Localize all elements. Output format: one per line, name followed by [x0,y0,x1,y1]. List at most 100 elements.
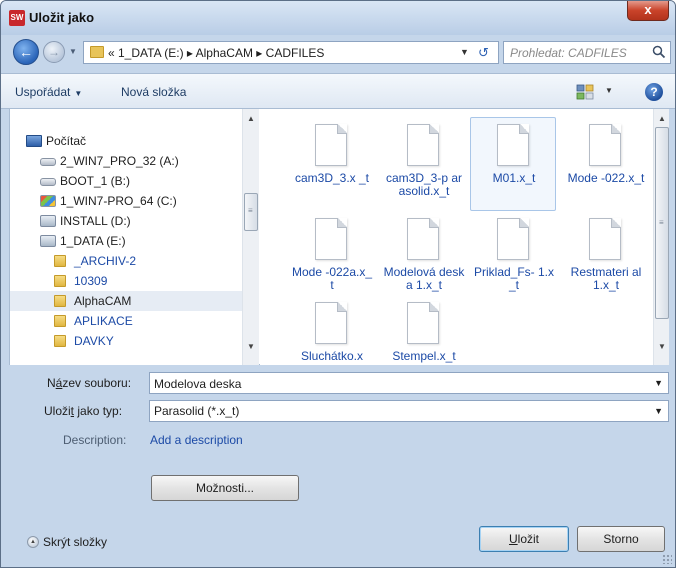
scroll-up-icon[interactable]: ▲ [654,111,670,127]
options-button[interactable]: Možnosti... [151,475,299,501]
file-name: cam3D_3.x _t [294,171,370,185]
nav-item-drive-a[interactable]: 2_WIN7_PRO_32 (A:) [10,151,242,171]
filename-combobox[interactable]: ▼ [149,372,669,394]
grip-icon: ≡ [248,206,253,215]
nav-item-label: Počítač [46,134,87,148]
nav-item-folder[interactable]: 10309 [10,271,242,291]
address-bar[interactable]: « 1_DATA (E:) ▸ AlphaCAM ▸ CADFILES ▼ ↺ [83,41,499,64]
file-item-focused[interactable]: M01.x_t [470,117,556,211]
file-name: Mode -022a.x_t [291,265,373,292]
filetype-select[interactable]: Parasolid (*.x_t) ▼ [149,400,669,422]
drive-icon [40,158,56,166]
file-name: Restmateri al 1.x_t [570,265,642,292]
scroll-thumb[interactable]: ≡ [655,127,669,319]
file-item[interactable]: Restmateri al 1.x_t [562,211,648,305]
document-icon [315,124,347,166]
chevron-down-icon[interactable]: ▼ [654,406,663,416]
chevron-down-icon: ▼ [74,89,83,98]
button-label: ložit [517,532,539,546]
save-button[interactable]: Uložit [479,526,569,552]
cancel-button[interactable]: Storno [577,526,665,552]
nav-item-drive-b[interactable]: BOOT_1 (B:) [10,171,242,191]
search-icon[interactable] [652,45,666,59]
nav-item-label: BOOT_1 (B:) [60,174,131,188]
forward-button[interactable]: → [43,41,65,63]
close-button[interactable]: x [627,1,669,21]
nav-item-folder[interactable]: _ARCHIV-2 [10,251,242,271]
file-item[interactable]: Mode -022a.x_t [288,211,374,305]
folder-icon [54,335,66,347]
document-icon [497,218,529,260]
add-description-link[interactable]: Add a description [150,433,243,447]
chevron-down-icon: ▼ [69,47,77,56]
document-icon [315,218,347,260]
file-name: cam3D_3-p arasolid.x_t [385,171,463,198]
arrow-left-icon: ← [19,44,33,60]
label-text: Uloži [44,404,71,418]
folder-icon [54,255,66,267]
nav-item-label: DAVKY [74,334,114,348]
view-dropdown-button[interactable]: ▼ [605,86,613,95]
nav-item-label: 1_WIN7-PRO_64 (C:) [60,194,177,208]
filename-label: Název souboru: [47,376,131,390]
description-label: Description: [63,433,127,447]
scroll-down-icon[interactable]: ▼ [243,339,259,355]
new-folder-button[interactable]: Nová složka [121,85,186,99]
filename-input[interactable] [154,376,634,391]
back-button[interactable]: ← [13,39,39,65]
recent-locations-button[interactable]: ▼ [67,45,79,59]
scroll-down-icon[interactable]: ▼ [654,339,670,355]
search-input[interactable] [510,45,644,61]
network-drive-icon [40,235,56,247]
view-options-icon[interactable] [576,84,594,100]
file-list-scrollbar[interactable]: ▲ ≡ ▼ [653,109,669,365]
address-path[interactable]: « 1_DATA (E:) ▸ AlphaCAM ▸ CADFILES [108,46,324,60]
nav-item-drive-d[interactable]: INSTALL (D:) [10,211,242,231]
document-icon [407,124,439,166]
nav-item-folder[interactable]: DAVKY [10,331,242,351]
file-item[interactable]: Priklad_Fs- 1.x_t [470,211,556,305]
drive-icon [40,178,56,186]
refresh-button[interactable]: ↺ [478,45,489,61]
chevron-down-icon[interactable]: ▼ [654,378,663,388]
arrow-right-icon: → [48,45,60,59]
nav-item-label: 2_WIN7_PRO_32 (A:) [60,154,179,168]
file-item[interactable]: cam3D_3.x _t [288,117,374,211]
scroll-thumb[interactable]: ≡ [244,193,258,231]
browser-panes: Počítač 2_WIN7_PRO_32 (A:) BOOT_1 (B:) 1… [9,109,669,365]
label-text: zev souboru: [62,376,132,390]
file-item[interactable]: Modelová deska 1.x_t [380,211,466,305]
toolbar: Uspořádat ▼ Nová složka ▼ ? [1,73,675,109]
network-drive-icon [40,215,56,227]
nav-item-drive-c[interactable]: 1_WIN7-PRO_64 (C:) [10,191,242,211]
file-name: Priklad_Fs- 1.x_t [473,265,555,292]
file-item[interactable]: Mode -022.x_t [562,117,648,211]
navigation-scrollbar[interactable]: ▲ ≡ ▼ [242,109,259,365]
file-item[interactable]: Stempel.x_t [380,295,466,365]
windows-drive-icon [40,195,56,207]
address-dropdown-button[interactable]: ▼ [460,47,469,57]
file-name: Mode -022.x_t [567,171,645,185]
search-box[interactable] [503,41,671,64]
folder-icon [54,275,66,287]
nav-item-folder-selected[interactable]: AlphaCAM [10,291,242,311]
scroll-up-icon[interactable]: ▲ [243,111,259,127]
nav-item-label: INSTALL (D:) [60,214,131,228]
label-text: N [47,376,56,390]
navigation-pane[interactable]: Počítač 2_WIN7_PRO_32 (A:) BOOT_1 (B:) 1… [10,109,242,365]
file-item[interactable]: Sluchátko.x [288,295,374,365]
file-list[interactable]: cam3D_3.x _t cam3D_3-p arasolid.x_t M01.… [260,109,653,365]
nav-item-label: _ARCHIV-2 [74,254,137,268]
file-item[interactable]: cam3D_3-p arasolid.x_t [380,117,466,211]
nav-item-computer[interactable]: Počítač [10,131,242,151]
help-button[interactable]: ? [645,83,663,101]
hide-folders-toggle[interactable]: ▲ Skrýt složky [27,535,107,549]
organize-menu[interactable]: Uspořádat ▼ [15,85,82,99]
window-title: Uložit jako [29,10,95,25]
document-icon [407,218,439,260]
nav-item-folder[interactable]: APLIKACE [10,311,242,331]
grip-icon: ≡ [659,218,664,227]
refresh-icon: ↺ [478,45,489,60]
nav-item-drive-e[interactable]: 1_DATA (E:) [10,231,242,251]
resize-grip-icon[interactable] [662,554,672,564]
